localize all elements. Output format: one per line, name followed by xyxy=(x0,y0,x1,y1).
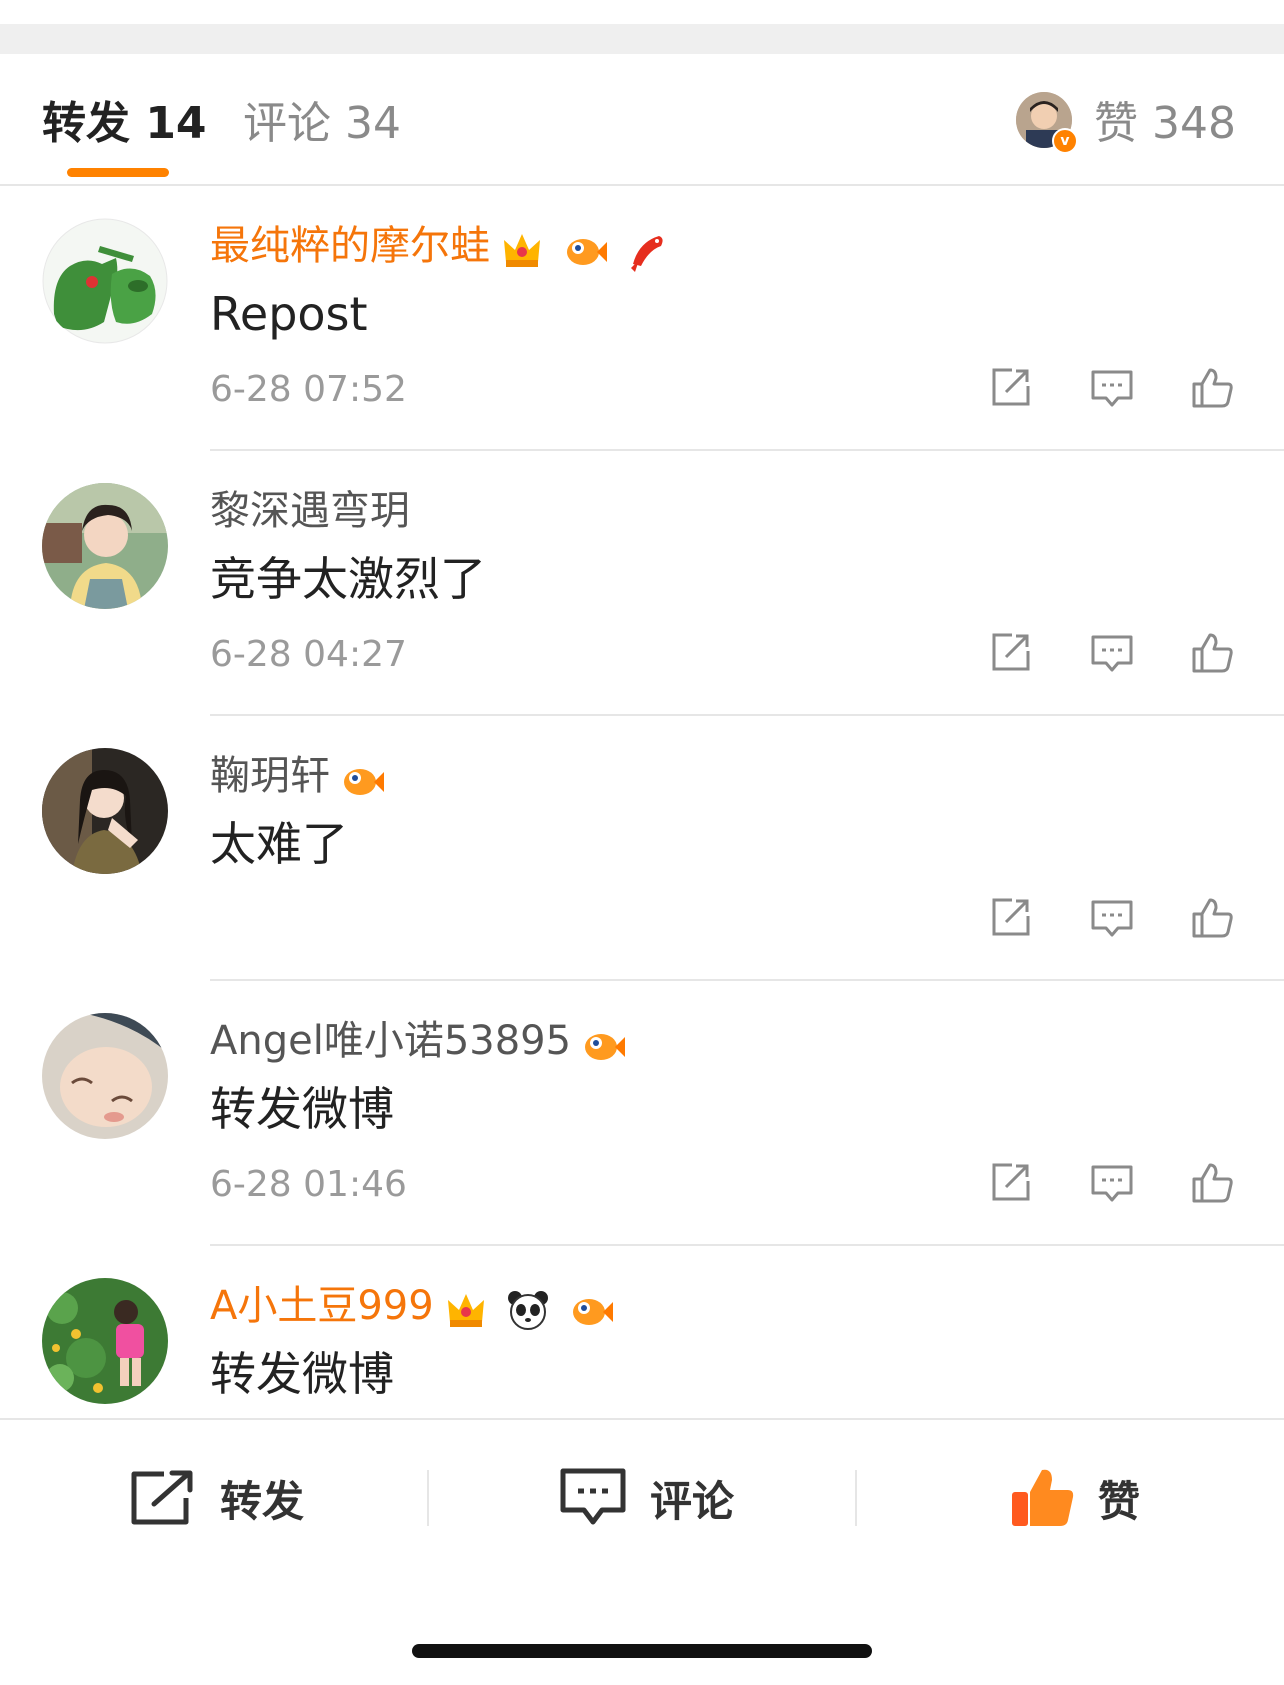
status-area xyxy=(0,0,1284,24)
username[interactable]: 最纯粹的摩尔蛙 xyxy=(210,218,675,276)
koi-icon xyxy=(631,236,664,272)
list-item[interactable]: 最纯粹的摩尔蛙 Repost 6-28 07:52 xyxy=(0,186,1284,451)
separator xyxy=(855,1470,857,1526)
fish-icon xyxy=(573,1299,614,1325)
like-icon[interactable] xyxy=(1188,1159,1236,1207)
repost-icon[interactable] xyxy=(986,1159,1034,1207)
like-filled-icon xyxy=(1012,1469,1074,1526)
like-icon[interactable] xyxy=(1188,629,1236,677)
repost-text: Repost xyxy=(210,287,368,341)
verified-badge-icon: v xyxy=(1052,128,1078,154)
avatar[interactable] xyxy=(42,1278,168,1404)
comment-icon[interactable] xyxy=(1088,1159,1136,1207)
fish-icon xyxy=(344,769,384,795)
like-button[interactable]: 赞 xyxy=(1010,1458,1140,1538)
tab-comments[interactable]: 评论 34 xyxy=(243,96,401,152)
comment-icon[interactable] xyxy=(1088,629,1136,677)
comment-icon xyxy=(560,1468,626,1525)
home-indicator[interactable] xyxy=(412,1644,872,1658)
bottom-action-bar: 转发 评论 赞 xyxy=(0,1418,1284,1590)
avatar[interactable] xyxy=(42,218,168,344)
comment-button[interactable]: 评论 xyxy=(558,1458,734,1538)
repost-icon[interactable] xyxy=(986,629,1034,677)
section-separator xyxy=(0,24,1284,54)
repost-icon[interactable] xyxy=(986,894,1034,942)
avatar[interactable] xyxy=(42,483,168,609)
list-item[interactable]: Angel唯小诺53895 转发微博 6-28 01:46 xyxy=(0,981,1284,1246)
repost-icon[interactable] xyxy=(986,364,1034,412)
like-icon[interactable] xyxy=(1188,894,1236,942)
comment-icon[interactable] xyxy=(1088,364,1136,412)
repost-text: 转发微博 xyxy=(210,1347,394,1401)
username[interactable]: 黎深遇弯玥 xyxy=(210,483,410,539)
crown-icon xyxy=(447,1294,484,1327)
timestamp: 6-28 04:27 xyxy=(210,634,407,675)
like-icon[interactable] xyxy=(1188,364,1236,412)
panda-icon xyxy=(508,1291,549,1330)
repost-button[interactable]: 转发 xyxy=(128,1458,304,1538)
timestamp: 6-28 07:52 xyxy=(210,369,407,410)
like-label: 赞 xyxy=(1098,1476,1141,1526)
fish-icon xyxy=(566,239,607,265)
interaction-tabs: 转发 14 评论 34 v 赞 348 xyxy=(0,54,1284,186)
username[interactable]: 鞠玥轩 xyxy=(210,748,390,806)
list-item[interactable]: 黎深遇弯玥 竞争太激烈了 6-28 04:27 xyxy=(0,451,1284,716)
repost-text: 转发微博 xyxy=(210,1082,394,1136)
avatar[interactable] xyxy=(42,748,168,874)
tab-likes[interactable]: 赞 348 xyxy=(1094,96,1236,152)
fish-icon xyxy=(585,1034,626,1060)
avatar[interactable] xyxy=(42,1013,168,1139)
repost-text: 太难了 xyxy=(210,817,348,871)
list-item[interactable]: A小土豆999 转发微博 xyxy=(0,1246,1284,1418)
comment-icon[interactable] xyxy=(1088,894,1136,942)
tab-reposts[interactable]: 转发 14 xyxy=(42,96,207,152)
timestamp: 6-28 01:46 xyxy=(210,1164,407,1205)
username[interactable]: A小土豆999 xyxy=(210,1278,619,1336)
separator xyxy=(427,1470,429,1526)
comment-label: 评论 xyxy=(650,1476,735,1526)
repost-text: 竞争太激烈了 xyxy=(210,552,486,606)
username[interactable]: Angel唯小诺53895 xyxy=(210,1013,631,1071)
active-tab-indicator xyxy=(67,168,169,177)
crown-icon xyxy=(504,234,540,267)
repost-label: 转发 xyxy=(220,1476,305,1526)
list-item[interactable]: 鞠玥轩 太难了 xyxy=(0,716,1284,981)
repost-icon xyxy=(131,1470,193,1525)
